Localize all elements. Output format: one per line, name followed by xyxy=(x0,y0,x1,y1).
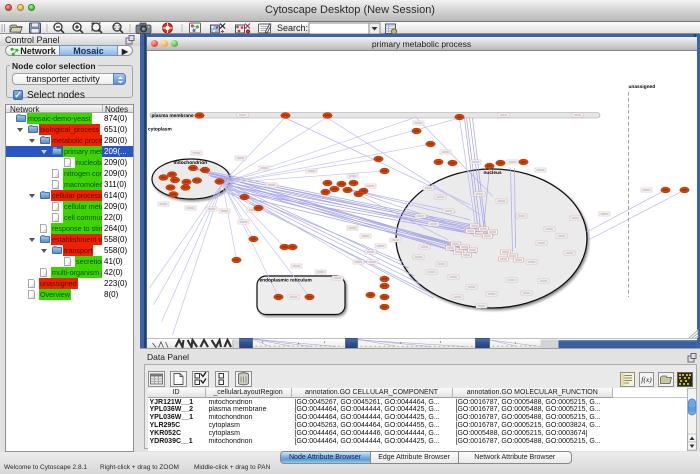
svg-text:1:1: 1:1 xyxy=(114,25,121,31)
svg-text:endoplasmic reticulum: endoplasmic reticulum xyxy=(259,278,311,284)
svg-text:Search:: Search: xyxy=(277,23,308,33)
svg-text:unassigned: unassigned xyxy=(628,84,655,90)
svg-text:f(x): f(x) xyxy=(641,375,652,384)
svg-text:cytoplasm: cytoplasm xyxy=(148,127,172,133)
svg-text:plasma membrane: plasma membrane xyxy=(151,113,193,119)
svg-text:mitochondrion: mitochondrion xyxy=(173,160,207,166)
svg-text:nucleus: nucleus xyxy=(483,170,501,176)
